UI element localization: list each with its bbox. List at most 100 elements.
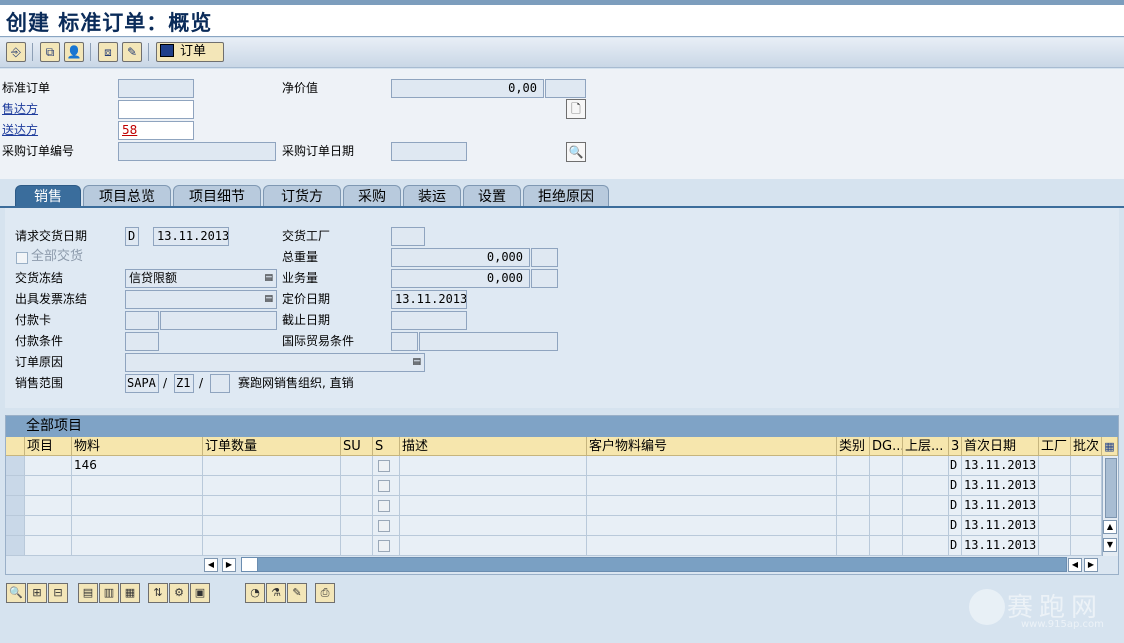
division-field[interactable] [210,374,230,393]
edit-item-icon[interactable]: ✎ [287,583,307,603]
order-reason-dropdown[interactable]: ▤ [125,353,425,372]
cutoff-date-field[interactable] [391,311,467,330]
tab-item-overview[interactable]: 项目总览 [83,185,171,207]
cell-dg[interactable] [870,476,903,496]
schedule-lines-icon[interactable]: ◔ [245,583,265,603]
pricing-icon[interactable]: ⚗ [266,583,286,603]
delete-row-icon[interactable]: ⊟ [48,583,68,603]
horizontal-scroll-thumb[interactable] [242,558,258,571]
edit-pencil-icon[interactable]: ✎ [122,42,142,62]
column-header-s[interactable]: S [373,437,400,456]
cell-item[interactable] [25,456,72,476]
cell-customer-material[interactable] [587,536,837,556]
cell-material[interactable] [72,536,203,556]
ship-to-label[interactable]: 送达方 [2,121,38,139]
s-checkbox[interactable] [378,540,390,552]
row-selector[interactable] [6,476,25,496]
cell-customer-material[interactable] [587,476,837,496]
column-header-customer-material[interactable]: 客户物料编号 [587,437,837,456]
cell-plant[interactable] [1039,476,1071,496]
cell-customer-material[interactable] [587,516,837,536]
cell-order-qty[interactable] [203,496,341,516]
sold-to-label[interactable]: 售达方 [2,100,38,118]
cell-s[interactable] [373,456,400,476]
column-header-su[interactable]: SU [341,437,373,456]
cell-su[interactable] [341,516,373,536]
cell-first-date[interactable]: 13.11.2013 [962,516,1039,536]
distribution-channel-field[interactable]: Z1 [174,374,194,393]
order-button[interactable]: 订单 [156,42,224,62]
sort-ascending-icon[interactable]: ⇅ [148,583,168,603]
cell-material[interactable] [72,476,203,496]
column-header-first-date[interactable]: 首次日期 [962,437,1039,456]
cell-higher-level[interactable] [903,536,949,556]
tab-sales[interactable]: 销售 [15,185,81,207]
column-header-order-qty[interactable]: 订单数量 [203,437,341,456]
delivering-plant-field[interactable] [391,227,425,246]
vertical-scroll-thumb[interactable] [1105,458,1117,518]
cell-material[interactable] [72,516,203,536]
cell-s[interactable] [373,536,400,556]
cell-description[interactable] [400,476,587,496]
column-header-higher-level[interactable]: 上层... [903,437,949,456]
cell-material[interactable] [72,496,203,516]
cell-item[interactable] [25,536,72,556]
s-checkbox[interactable] [378,460,390,472]
cell-higher-level[interactable] [903,456,949,476]
billing-block-dropdown[interactable]: ▤ [125,290,277,309]
cell-batch[interactable] [1071,456,1102,476]
pricing-date-field[interactable]: 13.11.2013 [391,290,467,309]
cell-date-type[interactable]: D [949,516,962,536]
std-order-field[interactable] [118,79,194,98]
cell-customer-material[interactable] [587,456,837,476]
volume-unit-field[interactable] [531,269,558,288]
row-selector[interactable] [6,496,25,516]
display-document-icon[interactable]: ⎆ [6,42,26,62]
cell-item[interactable] [25,476,72,496]
cell-customer-material[interactable] [587,496,837,516]
payment-terms-field[interactable] [125,332,159,351]
row-selector[interactable] [6,536,25,556]
cell-first-date[interactable]: 13.11.2013 [962,536,1039,556]
scroll-far-left-icon[interactable]: ◀ [1068,558,1082,572]
column-header-material[interactable]: 物料 [72,437,203,456]
cell-higher-level[interactable] [903,476,949,496]
cell-material[interactable]: 146 [72,456,203,476]
cell-order-qty[interactable] [203,536,341,556]
scroll-far-right-icon[interactable]: ▶ [1084,558,1098,572]
print-icon[interactable]: ⎙ [315,583,335,603]
sold-to-field[interactable] [118,100,194,119]
cell-batch[interactable] [1071,476,1102,496]
cell-date-type[interactable]: D [949,476,962,496]
incoterms-code-field[interactable] [391,332,418,351]
cell-dg[interactable] [870,536,903,556]
tab-settings[interactable]: 设置 [463,185,521,207]
item-details-icon[interactable]: 🔍 [6,583,26,603]
cell-order-qty[interactable] [203,456,341,476]
cell-category[interactable] [837,496,870,516]
cell-plant[interactable] [1039,536,1071,556]
delivery-block-dropdown[interactable]: 信贷限额 ▤ [125,269,277,288]
s-checkbox[interactable] [378,500,390,512]
insert-row-icon[interactable]: ⊞ [27,583,47,603]
cell-su[interactable] [341,476,373,496]
incoterms-location-field[interactable] [419,332,558,351]
search-document-icon[interactable]: 🔍 [566,142,586,162]
payment-card-type-field[interactable] [125,311,159,330]
cell-plant[interactable] [1039,516,1071,536]
row-selector[interactable] [6,456,25,476]
cell-first-date[interactable]: 13.11.2013 [962,476,1039,496]
cell-dg[interactable] [870,496,903,516]
tab-shipping[interactable]: 装运 [403,185,461,207]
select-all-icon[interactable]: ▤ [78,583,98,603]
scroll-up-icon[interactable]: ▲ [1103,520,1117,534]
tab-reason-rejection[interactable]: 拒绝原因 [523,185,609,207]
copy-icon[interactable]: ⧉ [40,42,60,62]
complete-delivery-checkbox[interactable] [16,252,28,264]
payment-card-number-field[interactable] [160,311,277,330]
cell-description[interactable] [400,456,587,476]
s-checkbox[interactable] [378,520,390,532]
cell-su[interactable] [341,536,373,556]
person-icon[interactable]: 👤 [64,42,84,62]
cell-batch[interactable] [1071,536,1102,556]
